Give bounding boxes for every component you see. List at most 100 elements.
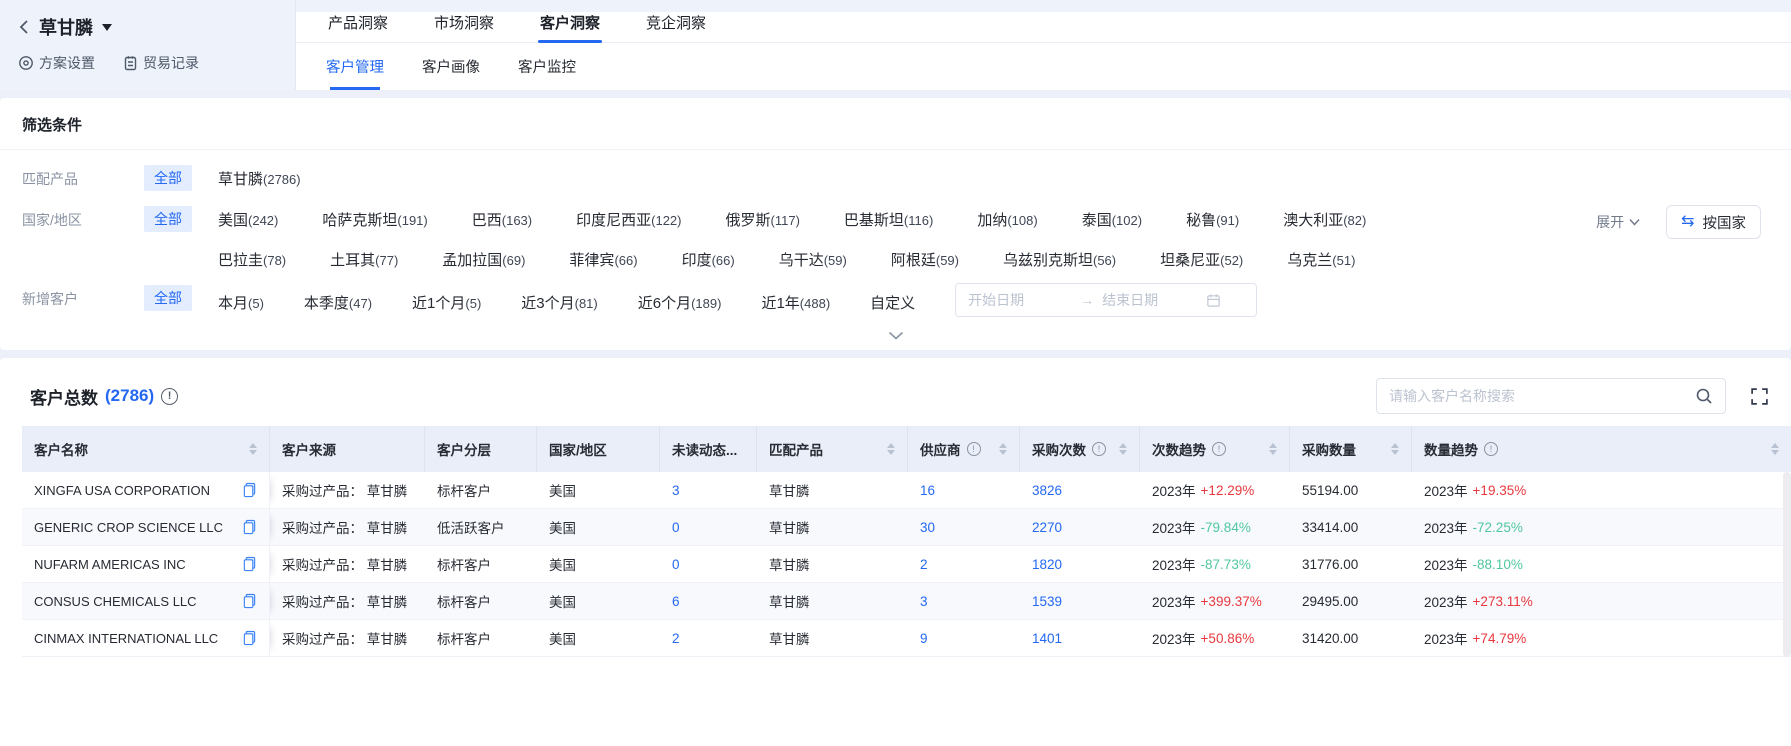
- filter-option[interactable]: 近6个月(189): [638, 292, 722, 313]
- filter-option[interactable]: 近3个月(81): [521, 292, 597, 313]
- filter-option[interactable]: 草甘膦(2786): [218, 168, 301, 189]
- filter-option[interactable]: 印度尼西亚(122): [576, 209, 681, 230]
- sub-tab[interactable]: 客户画像: [422, 43, 480, 90]
- suppliers-link[interactable]: 2: [920, 557, 928, 572]
- customer-search-input[interactable]: [1389, 388, 1695, 404]
- product-title-switcher[interactable]: 草甘膦: [18, 12, 295, 42]
- purchase-count-link[interactable]: 1820: [1032, 557, 1062, 572]
- all-chip-new-customer[interactable]: 全部: [144, 285, 192, 311]
- doc-icon[interactable]: [242, 556, 257, 572]
- info-icon[interactable]: !: [1212, 442, 1226, 456]
- doc-icon[interactable]: [242, 519, 257, 535]
- title-dropdown-icon[interactable]: [102, 24, 112, 36]
- filter-option[interactable]: 哈萨克斯坦(191): [322, 209, 427, 230]
- filter-option[interactable]: 泰国(102): [1082, 209, 1142, 230]
- filter-option[interactable]: 本月(5): [218, 292, 264, 313]
- column-header[interactable]: 供应商!: [908, 426, 1020, 472]
- purchase-count-link[interactable]: 3826: [1032, 483, 1062, 498]
- column-header[interactable]: 采购次数!: [1020, 426, 1140, 472]
- fullscreen-icon[interactable]: [1750, 387, 1769, 406]
- column-header[interactable]: 客户名称: [22, 426, 270, 472]
- filter-option[interactable]: 乌干达(59): [779, 249, 847, 270]
- unread-count-link[interactable]: 2: [672, 631, 680, 646]
- purchase-count-link[interactable]: 1539: [1032, 594, 1062, 609]
- filter-option[interactable]: 俄罗斯(117): [726, 209, 800, 230]
- unread-count-link[interactable]: 0: [672, 557, 680, 572]
- table-scrollbar[interactable]: [1783, 472, 1791, 657]
- suppliers-link[interactable]: 3: [920, 594, 928, 609]
- sort-icon[interactable]: [1119, 443, 1127, 455]
- filter-option[interactable]: 美国(242): [218, 209, 278, 230]
- filter-option[interactable]: 本季度(47): [304, 292, 372, 313]
- custom-date-option[interactable]: 自定义: [870, 292, 915, 313]
- filter-option[interactable]: 菲律宾(66): [569, 249, 637, 270]
- filter-option[interactable]: 印度(66): [682, 249, 735, 270]
- info-icon[interactable]: !: [161, 388, 178, 405]
- all-chip-product[interactable]: 全部: [144, 165, 192, 191]
- sort-icon[interactable]: [1391, 443, 1399, 455]
- column-header[interactable]: 采购数量: [1290, 426, 1412, 472]
- column-header[interactable]: 客户来源: [270, 426, 425, 472]
- all-chip-country[interactable]: 全部: [144, 206, 192, 232]
- filter-option[interactable]: 巴基斯坦(116): [844, 209, 933, 230]
- filter-option[interactable]: 巴拉圭(78): [218, 249, 286, 270]
- unread-count-link[interactable]: 0: [672, 520, 680, 535]
- customer-name[interactable]: XINGFA USA CORPORATION: [34, 483, 210, 498]
- doc-icon[interactable]: [242, 482, 257, 498]
- main-tab[interactable]: 市场洞察: [432, 12, 496, 42]
- filter-option[interactable]: 近1个月(5): [412, 292, 481, 313]
- by-country-button[interactable]: ⇆ 按国家: [1666, 205, 1761, 239]
- doc-icon[interactable]: [242, 593, 257, 609]
- info-icon[interactable]: !: [967, 442, 981, 456]
- suppliers-link[interactable]: 9: [920, 631, 928, 646]
- filter-option[interactable]: 孟加拉国(69): [442, 249, 525, 270]
- main-tab[interactable]: 竞企洞察: [644, 12, 708, 42]
- start-date-input[interactable]: [968, 292, 1072, 308]
- customer-name[interactable]: CINMAX INTERNATIONAL LLC: [34, 631, 218, 646]
- collapse-chevron-icon[interactable]: [888, 331, 904, 340]
- back-icon[interactable]: [18, 19, 30, 35]
- search-icon[interactable]: [1695, 387, 1713, 405]
- date-range-picker[interactable]: →: [955, 283, 1257, 317]
- sort-icon[interactable]: [1771, 443, 1779, 455]
- filter-option[interactable]: 乌兹别克斯坦(56): [1003, 249, 1116, 270]
- column-header[interactable]: 次数趋势!: [1140, 426, 1290, 472]
- info-icon[interactable]: !: [1484, 442, 1498, 456]
- main-tab[interactable]: 产品洞察: [326, 12, 390, 42]
- filter-option[interactable]: 巴西(163): [472, 209, 532, 230]
- scheme-settings-button[interactable]: 方案设置: [18, 53, 95, 73]
- suppliers-link[interactable]: 16: [920, 483, 935, 498]
- filter-option[interactable]: 加纳(108): [977, 209, 1037, 230]
- sort-icon[interactable]: [249, 443, 257, 455]
- expand-toggle[interactable]: 展开: [1596, 212, 1640, 232]
- sub-tab[interactable]: 客户监控: [518, 43, 576, 90]
- column-header[interactable]: 数量趋势!: [1412, 426, 1791, 472]
- filter-option[interactable]: 秘鲁(91): [1186, 209, 1239, 230]
- info-icon[interactable]: !: [1092, 442, 1106, 456]
- filter-option[interactable]: 土耳其(77): [330, 249, 398, 270]
- end-date-input[interactable]: [1102, 292, 1198, 308]
- customer-search-box[interactable]: [1376, 378, 1726, 414]
- sort-icon[interactable]: [999, 443, 1007, 455]
- customer-name[interactable]: GENERIC CROP SCIENCE LLC: [34, 520, 223, 535]
- column-header[interactable]: 匹配产品: [757, 426, 908, 472]
- trade-records-button[interactable]: 贸易记录: [123, 53, 199, 73]
- unread-count-link[interactable]: 6: [672, 594, 680, 609]
- sort-icon[interactable]: [887, 443, 895, 455]
- unread-count-link[interactable]: 3: [672, 483, 680, 498]
- filter-option[interactable]: 坦桑尼亚(52): [1160, 249, 1243, 270]
- filter-option[interactable]: 近1年(488): [761, 292, 830, 313]
- purchase-count-link[interactable]: 2270: [1032, 520, 1062, 535]
- purchase-count-link[interactable]: 1401: [1032, 631, 1062, 646]
- column-header[interactable]: 国家/地区: [537, 426, 660, 472]
- sort-icon[interactable]: [1269, 443, 1277, 455]
- filter-option[interactable]: 阿根廷(59): [891, 249, 959, 270]
- column-header[interactable]: 未读动态...: [660, 426, 757, 472]
- doc-icon[interactable]: [242, 630, 257, 646]
- sub-tab[interactable]: 客户管理: [326, 43, 384, 90]
- filter-option[interactable]: 澳大利亚(82): [1283, 209, 1366, 230]
- suppliers-link[interactable]: 30: [920, 520, 935, 535]
- customer-name[interactable]: CONSUS CHEMICALS LLC: [34, 594, 197, 609]
- column-header[interactable]: 客户分层: [425, 426, 537, 472]
- filter-option[interactable]: 乌克兰(51): [1287, 249, 1355, 270]
